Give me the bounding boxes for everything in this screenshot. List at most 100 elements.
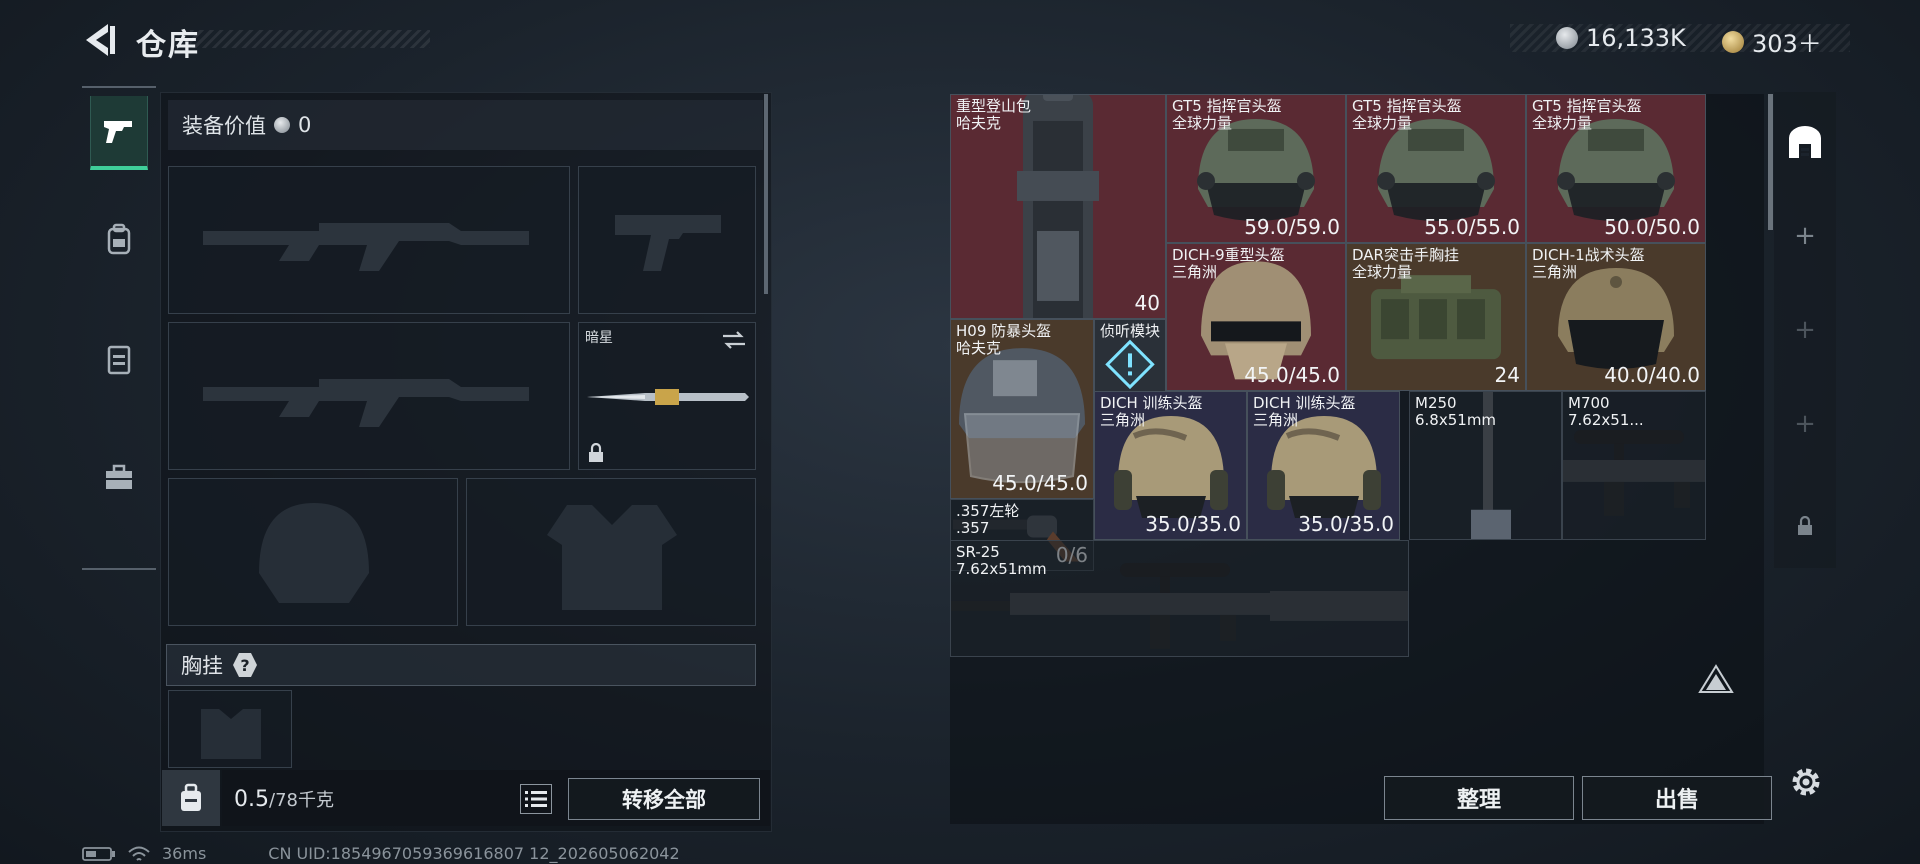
item-name: DICH-9重型头盔 xyxy=(1172,245,1285,264)
equipment-value-header: 装备价值 0 xyxy=(168,100,763,150)
stash-item[interactable]: 重型登山包 哈夫克 40 xyxy=(950,94,1166,319)
item-subtitle: 全球力量 xyxy=(1532,114,1593,132)
sort-button[interactable]: 整理 xyxy=(1384,776,1574,820)
stash-scrollbar[interactable] xyxy=(1768,94,1773,230)
stash-item[interactable]: SR-25 7.62x51mm xyxy=(950,539,1409,657)
delta-logo-icon xyxy=(1698,664,1734,693)
list-view-button[interactable] xyxy=(520,784,552,814)
stash-item[interactable]: DICH 训练头盔 三角洲 35.0/35.0 xyxy=(1094,391,1247,540)
secondary-weapon-slot[interactable] xyxy=(168,322,570,470)
item-subtitle: 三角洲 xyxy=(1100,411,1146,429)
plus-icon: + xyxy=(1794,315,1816,345)
armor-silhouette-icon xyxy=(547,505,677,610)
sidearm-slot[interactable] xyxy=(578,166,756,314)
ping-text: 36ms xyxy=(162,844,207,863)
equipment-value-label: 装备价值 xyxy=(182,114,266,138)
helmet-slot[interactable] xyxy=(168,478,458,626)
item-name: 侦听模块 xyxy=(1100,322,1161,340)
stash-item[interactable]: GT5 指挥官头盔 全球力量 59.0/59.0 xyxy=(1166,94,1346,243)
chest-rig-header: 胸挂 ? xyxy=(166,644,756,686)
item-name: M700 xyxy=(1568,394,1610,412)
item-value: 59.0/59.0 xyxy=(1244,214,1340,239)
swap-icon[interactable] xyxy=(721,329,747,351)
weight-capacity-button[interactable] xyxy=(162,770,220,826)
primary-weapon-slot[interactable] xyxy=(168,166,570,314)
rifle-silhouette-icon xyxy=(203,223,529,271)
stash-item[interactable]: GT5 指挥官头盔 全球力量 50.0/50.0 xyxy=(1526,94,1706,243)
lock-icon xyxy=(1798,516,1812,535)
sell-button[interactable]: 出售 xyxy=(1582,776,1772,820)
status-bar: 36ms CN UID:1854967059369616807 12_20260… xyxy=(82,844,680,863)
silver-amount: 16,133K xyxy=(1586,24,1686,52)
stash-item[interactable]: DICH-1战术头盔 三角洲 40.0/40.0 xyxy=(1526,242,1706,391)
stash-item[interactable]: DAR突击手胸挂 全球力量 24 xyxy=(1346,242,1526,391)
add-storage-3[interactable]: + xyxy=(1774,394,1836,454)
item-name: .357左轮 xyxy=(956,502,1020,520)
locked-storage[interactable] xyxy=(1774,496,1836,556)
plus-icon: + xyxy=(1794,221,1816,251)
stash-item[interactable]: H09 防暴头盔 哈夫克 45.0/45.0 xyxy=(950,319,1094,499)
melee-slot[interactable]: 暗星 xyxy=(578,322,756,470)
tab-vest[interactable] xyxy=(90,322,148,396)
gold-coin-icon xyxy=(1722,30,1744,53)
help-icon[interactable]: ? xyxy=(233,653,257,677)
item-subtitle: 全球力量 xyxy=(1352,114,1413,132)
item-value: 45.0/45.0 xyxy=(1244,363,1340,387)
add-storage-1[interactable]: + xyxy=(1774,206,1836,266)
silver-coin-icon xyxy=(1556,27,1578,49)
currency-silver: 16,133K xyxy=(1556,24,1686,52)
tab-warehouse[interactable] xyxy=(1774,112,1836,172)
weight-current: 0.5 xyxy=(234,787,269,812)
stash-item[interactable]: M700 7.62x51... xyxy=(1562,391,1706,540)
item-name: H09 防暴头盔 xyxy=(956,322,1052,340)
loadout-scrollbar[interactable] xyxy=(764,94,768,294)
equipment-value: 0 xyxy=(298,113,312,137)
uid-text: CN UID:1854967059369616807 12_2026050620… xyxy=(268,844,680,863)
plus-icon: + xyxy=(1794,409,1816,439)
item-name: 重型登山包 xyxy=(956,97,1032,115)
stash-item[interactable]: M250 6.8x51mm xyxy=(1409,391,1562,540)
tab-weapons[interactable] xyxy=(90,96,148,170)
battery-icon xyxy=(82,846,115,861)
chest-rig-slot[interactable] xyxy=(168,690,292,768)
backpack-icon xyxy=(1003,95,1113,318)
knife-icon xyxy=(587,389,749,405)
item-name: DICH 训练头盔 xyxy=(1100,394,1203,412)
back-button[interactable] xyxy=(82,22,116,58)
add-storage-2[interactable]: + xyxy=(1774,300,1836,360)
currency-gold[interactable]: 303＋ xyxy=(1722,24,1822,59)
silver-coin-icon xyxy=(274,117,290,133)
item-value: 35.0/35.0 xyxy=(1298,511,1394,536)
settings-button[interactable] xyxy=(1784,760,1828,804)
stash-item[interactable]: DICH-9重型头盔 三角洲 45.0/45.0 xyxy=(1166,242,1346,391)
item-name: DICH 训练头盔 xyxy=(1253,394,1356,412)
category-tabs xyxy=(82,86,156,570)
warehouse-icon xyxy=(1789,126,1821,158)
stash-item[interactable]: GT5 指挥官头盔 全球力量 55.0/55.0 xyxy=(1346,94,1526,243)
item-name: M250 xyxy=(1415,394,1457,412)
module-icon xyxy=(1102,336,1158,396)
tab-toolbox[interactable] xyxy=(90,440,148,514)
item-subtitle: 哈夫克 xyxy=(956,339,1002,357)
armor-slot[interactable] xyxy=(466,478,756,626)
transfer-all-button[interactable]: 转移全部 xyxy=(568,778,760,820)
pistol-silhouette-icon xyxy=(615,215,721,271)
item-value: 40 xyxy=(1134,291,1160,315)
rifle-silhouette-icon xyxy=(203,379,529,427)
item-subtitle: 三角洲 xyxy=(1532,262,1578,281)
item-subtitle: 三角洲 xyxy=(1172,262,1218,281)
backpack-weight-icon xyxy=(181,783,201,811)
gun-icon xyxy=(104,121,132,143)
item-name: DICH-1战术头盔 xyxy=(1532,245,1645,264)
chest-rig-label: 胸挂 xyxy=(181,654,223,678)
item-subtitle: 7.62x51mm xyxy=(956,559,1047,578)
stash-item[interactable]: DICH 训练头盔 三角洲 35.0/35.0 xyxy=(1247,391,1400,540)
chest-rig-icon xyxy=(1361,269,1511,373)
gear-icon xyxy=(1792,768,1820,796)
tab-backpack[interactable] xyxy=(90,202,148,276)
item-subtitle: 全球力量 xyxy=(1352,262,1413,281)
item-value: 55.0/55.0 xyxy=(1424,214,1520,239)
item-subtitle: .357 xyxy=(956,519,990,537)
weight-readout: 0.5/78千克 xyxy=(234,786,334,812)
page-title: 仓库 xyxy=(136,28,200,63)
